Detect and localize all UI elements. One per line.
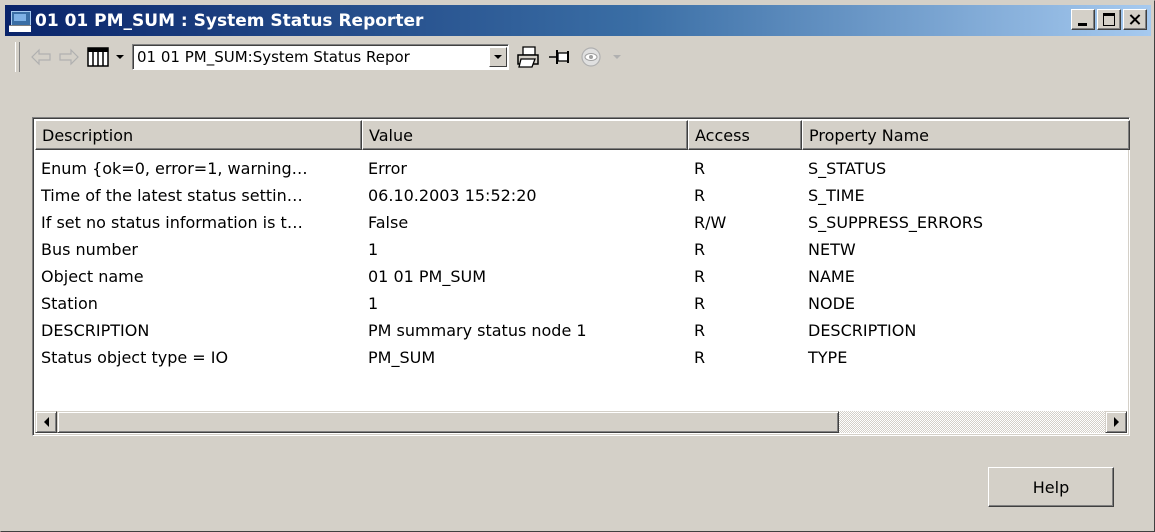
column-header-property-name[interactable]: Property Name: [802, 120, 1130, 150]
object-select-dropdown-button[interactable]: [489, 47, 507, 67]
description-cell: Object name: [41, 267, 144, 286]
description-cell: Station: [41, 294, 98, 313]
access-cell: R: [694, 294, 706, 313]
chevron-down-icon[interactable]: [116, 42, 124, 72]
pin-icon[interactable]: [547, 42, 573, 72]
eye-icon[interactable]: [579, 42, 607, 72]
access-cell: R: [694, 267, 706, 286]
table-row[interactable]: If set no status information is t… False…: [35, 209, 1130, 236]
description-cell: Time of the latest status settin…: [41, 186, 303, 205]
description-cell: Enum {ok=0, error=1, warning…: [41, 159, 308, 178]
object-select-value: 01 01 PM_SUM:System Status Repor: [137, 48, 410, 66]
access-cell: R: [694, 186, 706, 205]
value-cell: 06.10.2003 15:52:20: [368, 186, 537, 205]
property-name-cell: NODE: [808, 294, 855, 313]
back-arrow-icon[interactable]: [30, 42, 52, 72]
forward-arrow-icon[interactable]: [58, 42, 80, 72]
arrow-left-icon: [43, 417, 49, 427]
close-button[interactable]: [1123, 9, 1147, 30]
property-name-cell: DESCRIPTION: [808, 321, 917, 340]
properties-list[interactable]: Description Value Access Property Name E…: [32, 117, 1130, 436]
access-cell: R: [694, 348, 706, 367]
description-cell: Status object type = IO: [41, 348, 229, 367]
table-row[interactable]: DESCRIPTION PM summary status node 1 R D…: [35, 317, 1130, 344]
property-name-cell: S_STATUS: [808, 159, 887, 178]
access-cell: R: [694, 159, 706, 178]
title-bar[interactable]: 01 01 PM_SUM : System Status Reporter: [5, 5, 1151, 36]
toolbar: 01 01 PM_SUM:System Status Repor: [15, 40, 1140, 74]
property-name-cell: TYPE: [808, 348, 848, 367]
column-header-description[interactable]: Description: [35, 120, 362, 150]
app-icon: [9, 10, 31, 32]
columns-icon[interactable]: [86, 42, 110, 72]
table-row[interactable]: Object name 01 01 PM_SUM R NAME: [35, 263, 1130, 290]
app-window: 01 01 PM_SUM : System Status Reporter 01…: [0, 0, 1155, 532]
table-row[interactable]: Status object type = IO PM_SUM R TYPE: [35, 344, 1130, 371]
description-cell: Bus number: [41, 240, 138, 259]
object-select[interactable]: 01 01 PM_SUM:System Status Repor: [132, 44, 509, 70]
arrow-right-icon: [1113, 417, 1119, 427]
list-header: Description Value Access Property Name: [35, 120, 1130, 150]
value-cell: 1: [368, 240, 379, 259]
property-name-cell: S_SUPPRESS_ERRORS: [808, 213, 984, 232]
value-cell: 1: [368, 294, 379, 313]
description-cell: If set no status information is t…: [41, 213, 303, 232]
table-row[interactable]: Bus number 1 R NETW: [35, 236, 1130, 263]
value-cell: False: [368, 213, 409, 232]
property-name-cell: NAME: [808, 267, 855, 286]
value-cell: PM summary status node 1: [368, 321, 587, 340]
table-row[interactable]: Station 1 R NODE: [35, 290, 1130, 317]
scroll-right-button[interactable]: [1105, 411, 1127, 433]
maximize-button[interactable]: [1097, 9, 1121, 30]
column-header-access[interactable]: Access: [688, 120, 802, 150]
scroll-left-button[interactable]: [35, 411, 57, 433]
access-cell: R/W: [694, 213, 727, 232]
scroll-track[interactable]: [839, 411, 1105, 433]
value-cell: Error: [368, 159, 407, 178]
minimize-button[interactable]: [1071, 9, 1095, 30]
print-icon[interactable]: [515, 42, 541, 72]
value-cell: PM_SUM: [368, 348, 436, 367]
description-cell: DESCRIPTION: [41, 321, 150, 340]
help-button[interactable]: Help: [988, 467, 1114, 507]
property-name-cell: NETW: [808, 240, 856, 259]
list-rows: Enum {ok=0, error=1, warning… Error R S_…: [35, 155, 1130, 371]
table-row[interactable]: Enum {ok=0, error=1, warning… Error R S_…: [35, 155, 1130, 182]
value-cell: 01 01 PM_SUM: [368, 267, 487, 286]
caption-buttons: [1069, 9, 1147, 30]
column-header-value[interactable]: Value: [362, 120, 688, 150]
scroll-thumb[interactable]: [57, 411, 839, 433]
eye-dropdown-chevron-icon[interactable]: [613, 42, 621, 72]
toolbar-grip[interactable]: [15, 42, 20, 72]
horizontal-scrollbar[interactable]: [35, 411, 1127, 433]
property-name-cell: S_TIME: [808, 186, 865, 205]
table-row[interactable]: Time of the latest status settin… 06.10.…: [35, 182, 1130, 209]
access-cell: R: [694, 240, 706, 259]
access-cell: R: [694, 321, 706, 340]
window-title: 01 01 PM_SUM : System Status Reporter: [35, 10, 424, 31]
